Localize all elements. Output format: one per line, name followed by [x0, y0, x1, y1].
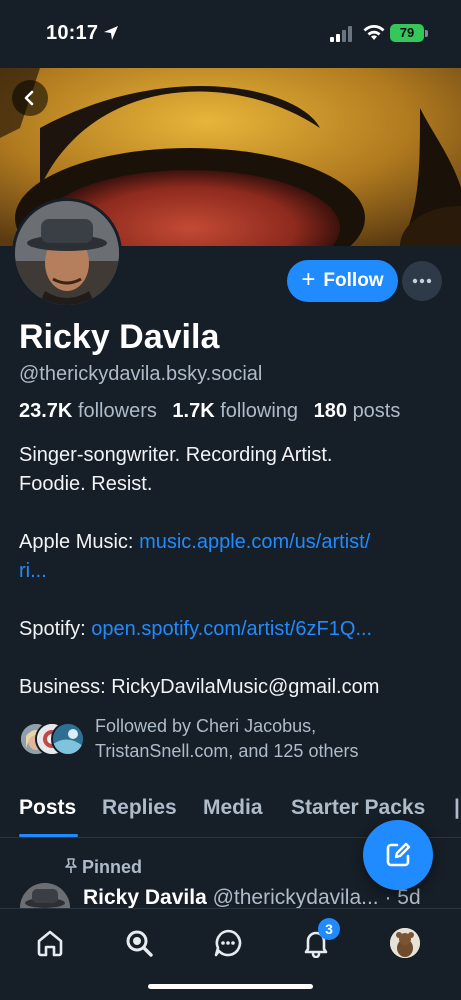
back-button[interactable]	[12, 80, 48, 116]
status-bar: 10:17 79	[0, 0, 461, 68]
nav-search[interactable]	[119, 923, 159, 963]
compose-icon	[386, 842, 411, 867]
active-tab-indicator	[19, 834, 78, 837]
home-icon	[37, 930, 63, 957]
apple-music-link[interactable]: music.apple.com/us/artist/	[139, 531, 370, 553]
home-indicator	[148, 984, 313, 989]
nav-home[interactable]	[30, 923, 70, 963]
tab-posts[interactable]: Posts	[19, 796, 76, 820]
spotify-prefix: Spotify:	[19, 618, 92, 640]
nav-profile[interactable]	[385, 923, 425, 963]
battery-indicator: 79	[390, 24, 424, 42]
following-count: 1.7K	[172, 400, 215, 422]
posts-label: posts	[352, 400, 401, 422]
follower-avatar	[51, 722, 85, 756]
back-arrow-icon	[24, 90, 34, 106]
apple-music-line: Apple Music: music.apple.com/us/artist/	[19, 528, 449, 557]
followed-by-line: Followed by Cheri Jacobus,	[95, 716, 317, 736]
location-arrow-icon	[104, 26, 118, 40]
followed-by-text: Followed by Cheri Jacobus, TristanSnell.…	[95, 714, 358, 764]
search-icon	[126, 930, 153, 957]
status-time: 10:17	[46, 22, 99, 44]
display-name: Ricky Davila	[19, 318, 220, 356]
bio-line: Foodie. Resist.	[19, 473, 153, 495]
apple-music-link-cont[interactable]: ri...	[19, 560, 47, 582]
nav-chat[interactable]	[208, 923, 248, 963]
following-stat[interactable]: 1.7K following	[172, 400, 298, 422]
apple-music-prefix: Apple Music:	[19, 531, 140, 553]
nav-profile-avatar	[390, 928, 420, 958]
plus-icon: +	[301, 266, 316, 293]
cellular-signal-icon	[330, 26, 352, 42]
wifi-icon	[363, 25, 385, 40]
following-label: following	[220, 400, 299, 422]
spotify-line: Spotify: open.spotify.com/artist/6zF1Q..…	[19, 615, 449, 644]
compose-button[interactable]	[363, 820, 433, 890]
bio-line: Singer-songwriter. Recording Artist.	[19, 444, 333, 466]
spotify-link[interactable]: open.spotify.com/artist/6zF1Q...	[91, 618, 372, 640]
post-header: Ricky Davila @therickydavila... · 5d	[83, 886, 421, 910]
followers-stat[interactable]: 23.7K followers	[19, 400, 157, 422]
pinned-label: Pinned	[64, 857, 142, 878]
follow-label: Follow	[323, 270, 384, 291]
tab-replies[interactable]: Replies	[102, 796, 177, 820]
post-author-name[interactable]: Ricky Davila	[83, 886, 207, 909]
tab-media[interactable]: Media	[203, 796, 263, 820]
followers-count: 23.7K	[19, 400, 73, 422]
avatar-photo	[15, 201, 119, 305]
profile-stats: 23.7K followers 1.7K following 180 posts	[19, 400, 400, 423]
pinned-text: Pinned	[82, 857, 143, 877]
tab-starter-packs[interactable]: Starter Packs	[291, 796, 425, 820]
chat-icon	[214, 929, 242, 957]
posts-stat: 180 posts	[314, 400, 401, 422]
post-author-handle[interactable]: @therickydavila...	[213, 886, 379, 909]
profile-bio: Singer-songwriter. Recording Artist. Foo…	[19, 441, 449, 702]
followed-by-line: TristanSnell.com, and 125 others	[95, 741, 359, 761]
more-options-button[interactable]	[402, 261, 442, 301]
battery-cap	[425, 30, 428, 37]
notifications-badge: 3	[318, 918, 340, 940]
follower-avatars	[19, 722, 85, 758]
tab-overflow[interactable]: |	[454, 796, 460, 820]
more-dots-icon	[412, 278, 432, 284]
posts-count: 180	[313, 400, 347, 422]
followers-label: followers	[77, 400, 157, 422]
profile-avatar[interactable]	[12, 198, 122, 308]
followed-by-row[interactable]: Followed by Cheri Jacobus, TristanSnell.…	[19, 714, 449, 764]
pin-icon	[65, 858, 77, 873]
profile-handle: @therickydavila.bsky.social	[19, 363, 263, 385]
follow-button[interactable]: + Follow	[287, 260, 398, 302]
business-line: Business: RickyDavilaMusic@gmail.com	[19, 676, 380, 698]
